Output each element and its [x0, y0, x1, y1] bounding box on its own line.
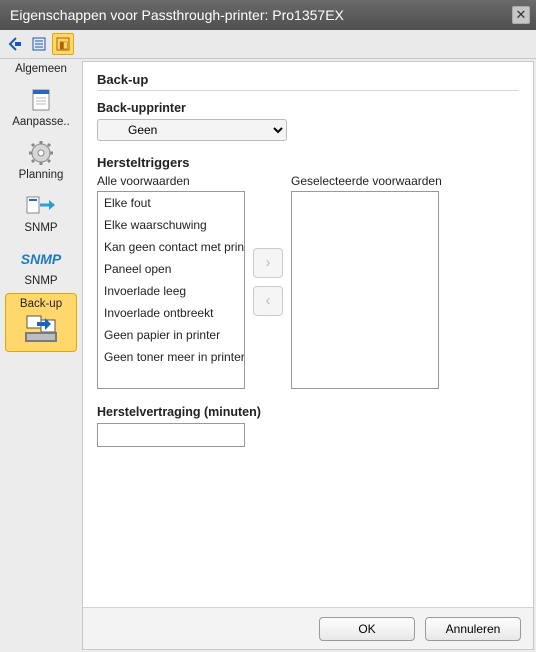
sidebar-item-snmp[interactable]: SNMP — [5, 187, 77, 238]
list-item[interactable]: Elke fout — [98, 192, 244, 214]
sidebar: Algemeen Aanpasse.. Planning SNMP SNMP S… — [0, 59, 82, 652]
toolbar: ◧ — [0, 30, 536, 59]
sidebar-item-label: Planning — [19, 169, 64, 181]
sidebar-item-aanpassen[interactable]: Aanpasse.. — [5, 81, 77, 132]
list-item[interactable]: Invoerlade leeg — [98, 280, 244, 302]
list-icon — [31, 36, 47, 52]
all-conditions-label: Alle voorwaarden — [97, 174, 245, 188]
chevron-left-icon: ‹ — [266, 292, 271, 309]
sidebar-item-label: SNMP — [24, 222, 57, 234]
list-item[interactable]: Kan geen contact met printer maken — [98, 236, 244, 258]
delay-input[interactable] — [97, 423, 245, 447]
backup-printer-label: Back-upprinter — [97, 101, 519, 115]
svg-text:◧: ◧ — [59, 40, 68, 51]
sidebar-item-algemeen[interactable]: Algemeen — [5, 59, 77, 79]
backup-printer-select[interactable]: Geen — [97, 119, 287, 141]
sidebar-item-backup[interactable]: Back-up — [5, 293, 77, 352]
page-heading: Back-up — [97, 72, 519, 87]
list-item[interactable]: Elke waarschuwing — [98, 214, 244, 236]
sidebar-item-planning[interactable]: Planning — [5, 134, 77, 185]
add-condition-button[interactable]: › — [253, 248, 283, 278]
toolbar-code-button[interactable]: ◧ — [52, 33, 74, 55]
sidebar-item-label: Algemeen — [15, 63, 67, 75]
document-icon — [22, 85, 60, 115]
snmp-icon — [22, 191, 60, 221]
list-item[interactable]: Paneel open — [98, 258, 244, 280]
list-item[interactable]: Geen papier in printer — [98, 324, 244, 346]
triggers-heading: Hersteltriggers — [97, 155, 519, 170]
close-button[interactable]: ✕ — [512, 6, 530, 24]
cancel-button[interactable]: Annuleren — [425, 617, 521, 641]
list-item[interactable]: Geen toner meer in printer — [98, 346, 244, 368]
sidebar-item-label: Back-up — [20, 298, 62, 310]
sidebar-item-label: Aanpasse.. — [12, 116, 70, 128]
toolbar-back-button[interactable] — [4, 33, 26, 55]
ok-button[interactable]: OK — [319, 617, 415, 641]
divider — [97, 90, 519, 91]
gear-icon — [22, 138, 60, 168]
titlebar: Eigenschappen voor Passthrough-printer: … — [0, 0, 536, 30]
selected-conditions-listbox[interactable] — [291, 191, 439, 389]
back-icon — [7, 36, 23, 52]
snmp-text-icon: SNMP — [22, 244, 60, 274]
window-title: Eigenschappen voor Passthrough-printer: … — [10, 7, 512, 23]
selected-conditions-label: Geselecteerde voorwaarden — [291, 174, 442, 188]
all-conditions-listbox[interactable]: Elke fout Elke waarschuwing Kan geen con… — [97, 191, 245, 389]
sidebar-item-snmp2[interactable]: SNMP SNMP — [5, 240, 77, 291]
backup-icon — [22, 312, 60, 346]
delay-label: Herstelvertraging (minuten) — [97, 405, 519, 419]
remove-condition-button[interactable]: ‹ — [253, 286, 283, 316]
content-panel: Back-up Back-upprinter Geen Hersteltrigg… — [82, 61, 534, 650]
list-item[interactable]: Invoerlade ontbreekt — [98, 302, 244, 324]
dialog-footer: OK Annuleren — [83, 607, 533, 649]
chevron-right-icon: › — [266, 254, 271, 271]
sidebar-item-label: SNMP — [24, 275, 57, 287]
code-icon: ◧ — [55, 36, 71, 52]
toolbar-list-button[interactable] — [28, 33, 50, 55]
